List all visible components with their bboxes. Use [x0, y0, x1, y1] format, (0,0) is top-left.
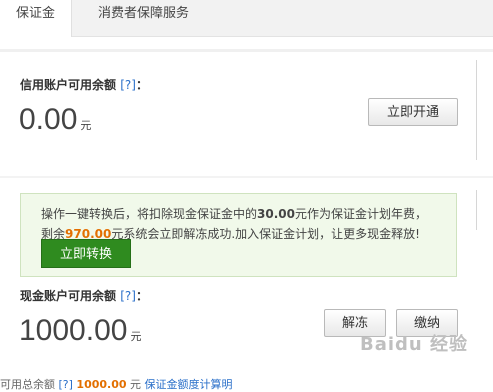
credit-amount-unit: 元 [80, 120, 92, 132]
cash-colon: ： [135, 289, 148, 303]
tab-consumer-protection[interactable]: 消费者保障服务 [98, 0, 189, 36]
tab-deposit[interactable]: 保证金 [0, 0, 72, 37]
tab-bar: 保证金 消费者保障服务 [0, 0, 493, 37]
credit-balance-amount: 0.00 元 [19, 103, 91, 137]
total-balance-label: 可用总余额 [0, 378, 55, 391]
section-divider-2 [0, 176, 493, 178]
convert-now-button[interactable]: 立即转换 [41, 239, 131, 268]
baidu-watermark: Baidu 经验 [360, 334, 469, 355]
cash-balance-label-text: 现金账户可用余额 [20, 289, 117, 303]
credit-balance-label: 信用账户可用余额 [?]： [20, 76, 148, 93]
conversion-notice: 操作一键转换后，将扣除现金保证金中的30.00元作为保证金计划年费， 剩余970… [20, 193, 457, 277]
notice-right-rule [476, 190, 477, 230]
notice-line1-a: 操作一键转换后，将扣除现金保证金中的 [41, 207, 258, 221]
cash-help-link[interactable]: [?] [120, 289, 136, 303]
cash-amount-unit: 元 [130, 331, 142, 343]
deposit-calc-link[interactable]: 保证金额度计算明 [145, 378, 233, 391]
notice-line2-b: 元系统会立即解冻成功.加入保证金计划，让更多现金释放! [111, 227, 420, 241]
total-help-link[interactable]: [?] [59, 378, 73, 391]
section-divider [0, 49, 493, 52]
cash-amount-value: 1000.00 [19, 314, 128, 347]
cash-balance-amount: 1000.00 元 [19, 314, 141, 348]
total-balance-amount: 1000.00 [76, 378, 127, 391]
cash-balance-label: 现金账户可用余额 [?]： [20, 287, 148, 304]
total-balance-unit: 元 [130, 378, 142, 391]
notice-text: 操作一键转换后，将扣除现金保证金中的30.00元作为保证金计划年费， 剩余970… [41, 204, 451, 244]
open-credit-button[interactable]: 立即开通 [368, 98, 458, 126]
credit-amount-value: 0.00 [19, 103, 78, 136]
credit-help-link[interactable]: [?] [120, 78, 136, 92]
credit-right-rule [476, 60, 477, 160]
notice-line1-b: 元作为保证金计划年费， [294, 207, 427, 221]
total-balance-line: 可用总余额 [?] 1000.00 元 保证金额度计算明 [0, 376, 493, 392]
credit-colon: ： [135, 78, 148, 92]
notice-fee-amount: 30.00 [257, 207, 295, 221]
credit-balance-label-text: 信用账户可用余额 [20, 78, 117, 92]
